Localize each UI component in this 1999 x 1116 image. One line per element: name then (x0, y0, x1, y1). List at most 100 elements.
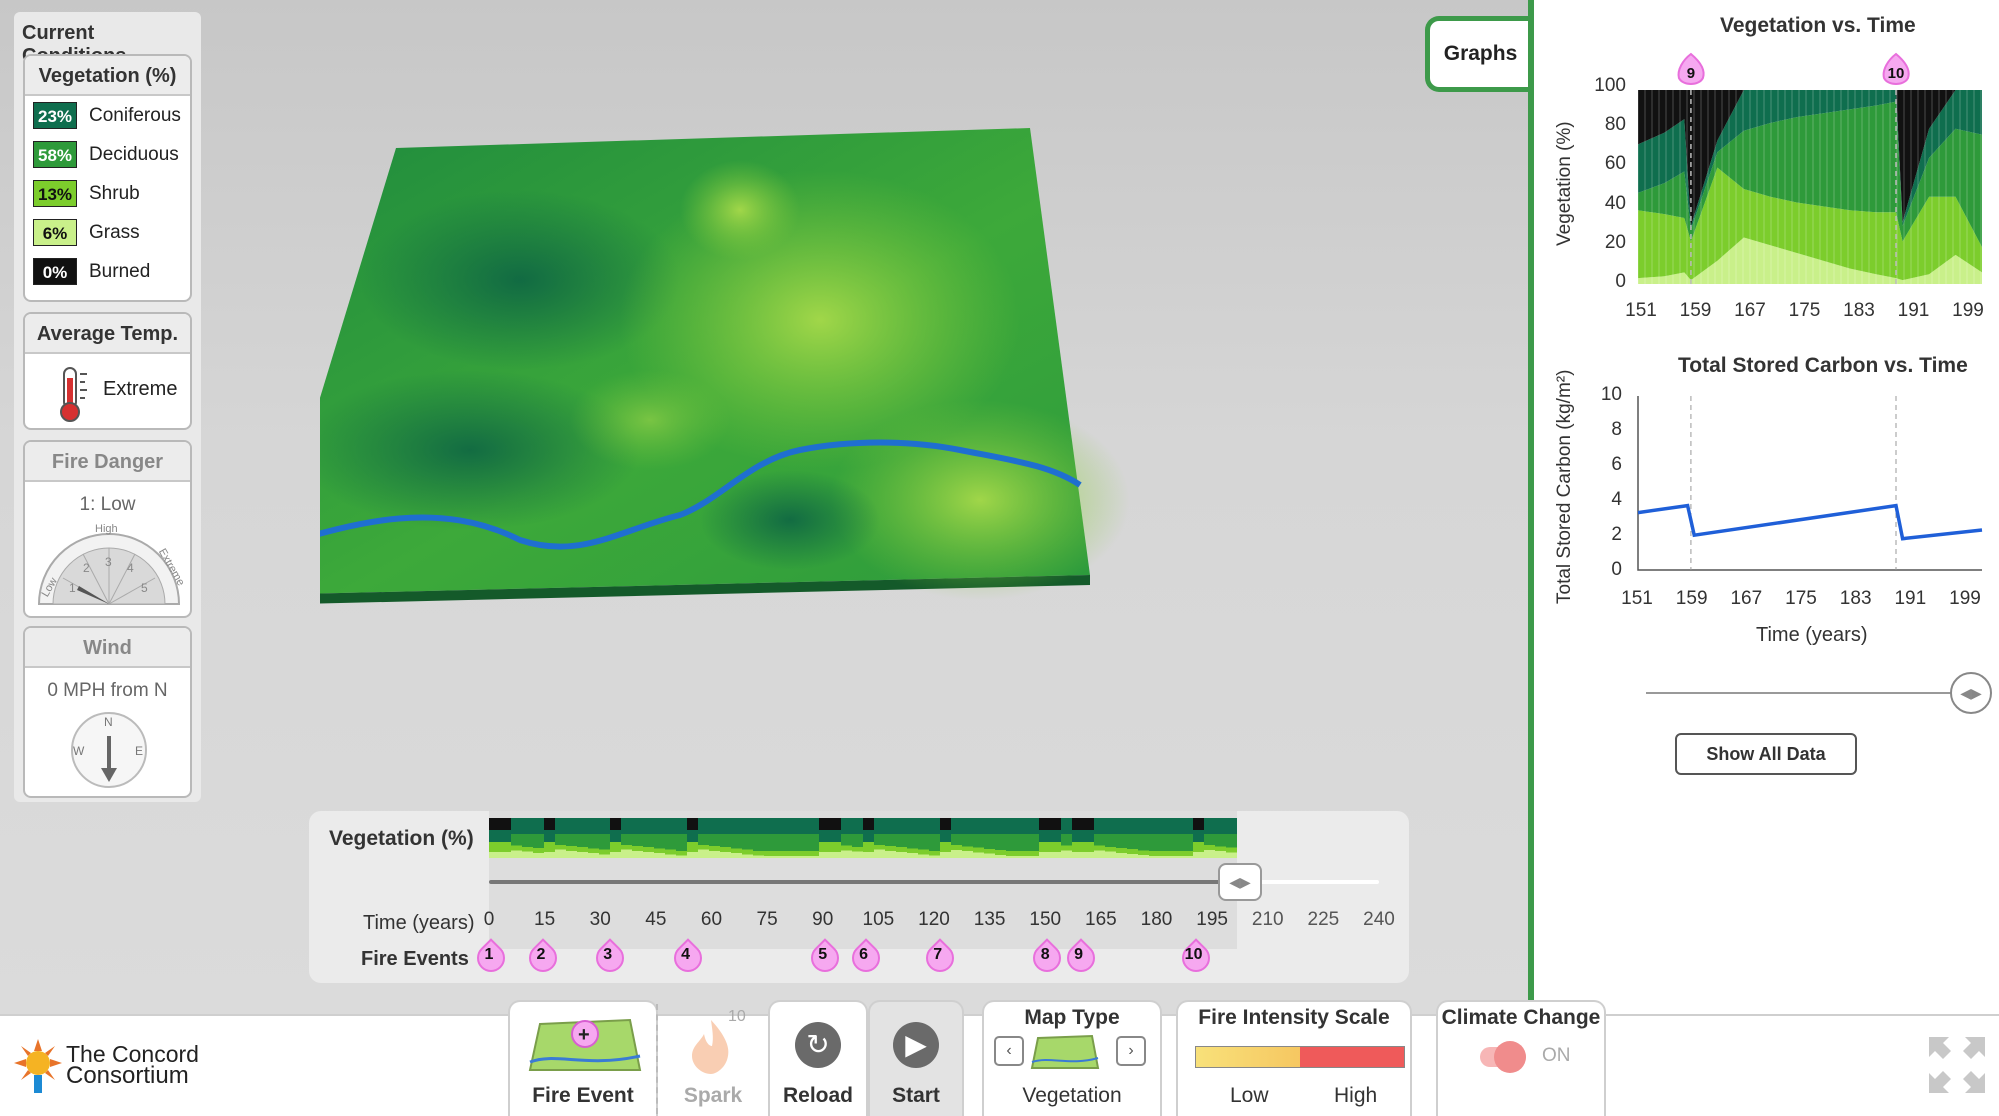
svg-text:N: N (104, 715, 113, 729)
climate-change-toggle-knob[interactable] (1494, 1041, 1526, 1073)
carbon-chart-title: Total Stored Carbon vs. Time (1678, 354, 1968, 377)
fire-event-marker[interactable]: 4 (672, 938, 700, 968)
timeline-vegetation-segment (742, 818, 753, 858)
timeline-vegetation-segment (676, 818, 687, 858)
vegetation-pct-badge: 23% (33, 102, 77, 129)
timeline-vegetation-segment (1083, 818, 1094, 858)
vegetation-chart: 9 10 (1637, 52, 1982, 284)
wind-header: Wind (25, 628, 190, 668)
climate-change-title: Climate Change (1441, 1006, 1601, 1029)
terrain-map[interactable] (320, 120, 1400, 760)
graph-time-slider-track[interactable] (1646, 692, 1951, 694)
timeline-vegetation-segment (489, 818, 500, 858)
timeline-vegetation-segment (995, 818, 1006, 858)
timeline-vegetation-segment (1061, 818, 1072, 858)
fire-event-marker[interactable]: 9 (1065, 938, 1093, 968)
timeline-vegetation-segment (1149, 818, 1160, 858)
graphs-tab[interactable]: Graphs (1425, 16, 1531, 92)
timeline-tick-label: 210 (1251, 909, 1284, 930)
show-all-data-button[interactable]: Show All Data (1675, 733, 1857, 775)
timeline-vegetation-segment (797, 818, 808, 858)
timeline-vegetation-segment (731, 818, 742, 858)
timeline-vegetation-segment (1028, 818, 1039, 858)
veg-y-tick: 20 (1604, 231, 1626, 253)
fire-event-marker[interactable]: 8 (1031, 938, 1059, 968)
fullscreen-icon[interactable] (1925, 1033, 1989, 1097)
timeline-vegetation-segment (753, 818, 764, 858)
vegetation-name: Coniferous (89, 104, 181, 126)
timeline-vegetation-segment (907, 818, 918, 858)
timeline-vegetation-strip (489, 818, 1237, 858)
graph-time-slider-handle[interactable]: ◀▶ (1950, 672, 1992, 714)
timeline-vegetation-segment (1127, 818, 1138, 858)
timeline-tick-label: 15 (534, 909, 556, 930)
timeline-vegetation-segment (1171, 818, 1182, 858)
svg-text:4: 4 (127, 561, 134, 575)
spark-button[interactable]: 10 Spark (660, 1000, 766, 1116)
timeline-vegetation-segment (621, 818, 632, 858)
fire-intensity-high-label: High (1334, 1084, 1378, 1107)
concord-logo-icon (14, 1039, 62, 1093)
timeline-vegetation-segment (709, 818, 720, 858)
toolbar-divider (656, 1004, 658, 1114)
timeline-vegetation-segment (544, 818, 555, 858)
timeline-vegetation-segment (511, 818, 522, 858)
fire-event-label: Fire Event (532, 1084, 634, 1107)
timeline-vegetation-segment (1105, 818, 1116, 858)
fire-event-number: 2 (536, 946, 546, 963)
timeline-vegetation-segment (874, 818, 885, 858)
fire-event-marker[interactable]: 6 (850, 938, 878, 968)
play-icon: ▶ (893, 1022, 939, 1068)
veg-fire-marker[interactable]: 9 (1677, 52, 1705, 85)
fire-event-marker[interactable]: 5 (809, 938, 837, 968)
svg-text:E: E (135, 744, 143, 758)
fire-event-number: 4 (681, 946, 690, 963)
veg-x-tick: 183 (1843, 300, 1875, 321)
vegetation-name: Deciduous (89, 143, 179, 165)
timeline-scrubber-handle[interactable]: ◀▶ (1218, 863, 1262, 901)
fire-event-marker[interactable]: 1 (475, 938, 503, 968)
timeline-vegetation-segment (1193, 818, 1204, 858)
timeline-vegetation-segment (577, 818, 588, 858)
fire-event-marker[interactable]: 7 (924, 938, 952, 968)
reload-label: Reload (782, 1084, 853, 1107)
timeline-tick-label: 195 (1196, 909, 1228, 930)
map-type-panel: Map Type ‹ › Vegetation (982, 1000, 1162, 1116)
vegetation-card-header: Vegetation (%) (25, 56, 190, 96)
map-type-next-button[interactable]: › (1116, 1036, 1146, 1066)
reload-button[interactable]: ↻ Reload (768, 1000, 868, 1116)
timeline-vegetation-segment (1138, 818, 1149, 858)
fire-event-marker[interactable]: 2 (527, 938, 555, 968)
fire-event-marker[interactable]: 10 (1180, 938, 1208, 968)
fire-event-number: 9 (1074, 946, 1084, 963)
carbon-x-tick: 199 (1949, 588, 1981, 609)
timeline-vegetation-segment (973, 818, 984, 858)
start-button[interactable]: ▶ Start (868, 1000, 964, 1116)
timeline-tick-label: 60 (700, 909, 723, 930)
fire-intensity-high-segment (1300, 1047, 1404, 1067)
average-temp-card: Average Temp. Extreme (23, 312, 192, 430)
veg-fire-marker[interactable]: 10 (1882, 52, 1910, 85)
spark-label: Spark (683, 1084, 743, 1107)
wind-compass-icon: N E W (71, 712, 147, 788)
timeline-vegetation-segment (786, 818, 797, 858)
veg-y-tick: 0 (1615, 271, 1626, 292)
carbon-x-tick: 151 (1621, 588, 1653, 609)
svg-text:+: + (578, 1024, 590, 1046)
vegetation-name: Shrub (89, 182, 140, 204)
average-temp-header: Average Temp. (25, 314, 190, 354)
timeline-vegetation-segment (841, 818, 852, 858)
fire-event-marker[interactable]: 3 (594, 938, 622, 968)
fire-danger-gauge-icon: 1 2 3 4 5 High Low Extreme (37, 523, 185, 605)
fire-intensity-low-segment (1196, 1047, 1300, 1067)
fire-event-number: 10 (1184, 946, 1203, 963)
fire-danger-header: Fire Danger (25, 442, 190, 482)
vegetation-card: Vegetation (%) 23% Coniferous 58% Deciduous… (23, 54, 192, 302)
vegetation-name: Burned (89, 260, 151, 282)
map-type-prev-button[interactable]: ‹ (994, 1036, 1024, 1066)
veg-x-tick: 167 (1734, 300, 1766, 321)
timeline-tick-label: 0 (483, 909, 495, 930)
fire-event-button[interactable]: + Fire Event (508, 1000, 658, 1116)
timeline-vegetation-segment (896, 818, 907, 858)
vegetation-pct-badge: 58% (33, 141, 77, 168)
